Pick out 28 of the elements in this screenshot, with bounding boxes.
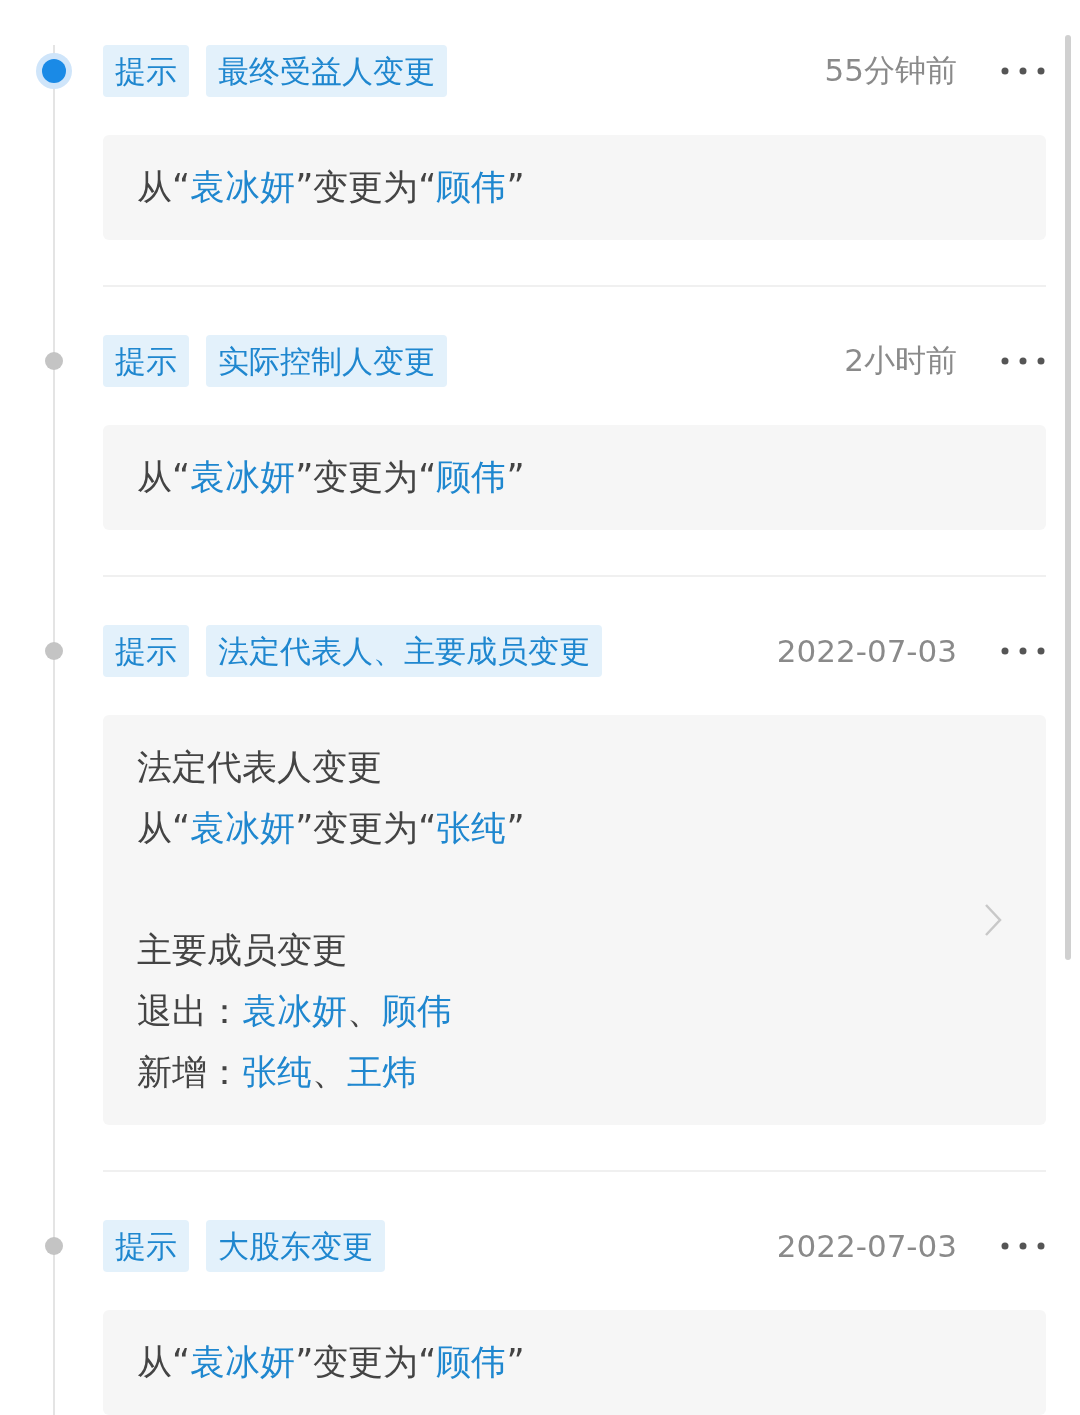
timestamp: 55分钟前	[824, 51, 957, 90]
more-icon[interactable]	[1000, 356, 1046, 366]
tag: 提示	[103, 45, 189, 97]
change-text: 从“袁冰妍”变更为“顾伟”	[137, 1341, 526, 1384]
tag: 大股东变更	[206, 1220, 385, 1272]
timestamp: 2022-07-03	[776, 1228, 957, 1264]
change-text: 从“袁冰妍”变更为“张纯”	[137, 807, 526, 850]
change-text: 主要成员变更	[137, 929, 348, 972]
change-card[interactable]: 从“袁冰妍”变更为“顾伟”	[103, 135, 1046, 240]
tag: 提示	[103, 335, 189, 387]
change-text: 退出：袁冰妍、顾伟	[137, 990, 453, 1033]
tag: 提示	[103, 1220, 189, 1272]
more-icon[interactable]	[1000, 646, 1046, 656]
change-text: 法定代表人变更	[137, 746, 383, 789]
change-text: 新增：张纯、王炜	[137, 1051, 418, 1094]
tag: 提示	[103, 625, 189, 677]
timestamp: 2小时前	[844, 341, 957, 380]
tag: 最终受益人变更	[206, 45, 447, 97]
tag: 法定代表人、主要成员变更	[206, 625, 602, 677]
tag: 实际控制人变更	[206, 335, 447, 387]
change-card[interactable]: 法定代表人变更 从“袁冰妍”变更为“张纯” 主要成员变更 退出：袁冰妍、顾伟 新增：张纯、王炜	[103, 715, 1046, 1125]
more-icon[interactable]	[1000, 1241, 1046, 1251]
change-card[interactable]: 从“袁冰妍”变更为“顾伟”	[103, 1310, 1046, 1415]
more-icon[interactable]	[1000, 66, 1046, 76]
timestamp: 2022-07-03	[776, 633, 957, 669]
change-text: 从“袁冰妍”变更为“顾伟”	[137, 456, 526, 499]
change-text: 从“袁冰妍”变更为“顾伟”	[137, 166, 526, 209]
change-card[interactable]: 从“袁冰妍”变更为“顾伟”	[103, 425, 1046, 530]
